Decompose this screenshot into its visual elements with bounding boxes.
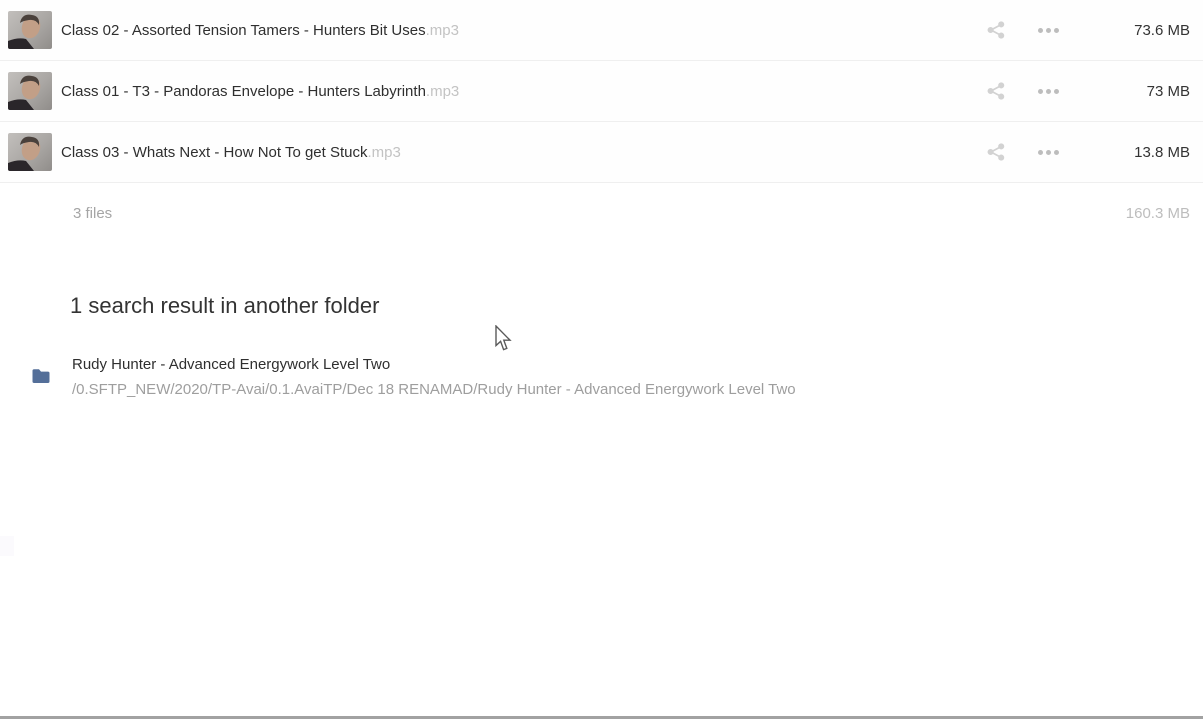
file-size: 73.6 MB <box>1134 21 1190 39</box>
person-photo-icon <box>8 136 41 171</box>
file-row[interactable]: Class 01 - T3 - Pandoras Envelope - Hunt… <box>0 61 1203 122</box>
file-thumbnail <box>8 72 52 110</box>
search-results-heading: 1 search result in another folder <box>70 293 380 318</box>
result-folder-path: /0.SFTP_NEW/2020/TP-Avai/0.1.AvaiTP/Dec … <box>72 381 796 398</box>
file-name[interactable]: Class 02 - Assorted Tension Tamers - Hun… <box>61 22 984 39</box>
more-options-icon[interactable] <box>1036 18 1060 42</box>
total-size: 160.3 MB <box>1125 205 1190 222</box>
file-extension: .mp3 <box>425 21 459 39</box>
file-thumbnail <box>8 133 52 171</box>
file-basename: Class 02 - Assorted Tension Tamers - Hun… <box>61 21 426 39</box>
search-result-text: Rudy Hunter - Advanced Energywork Level … <box>72 352 796 402</box>
file-size: 13.8 MB <box>1134 143 1190 161</box>
file-thumbnail <box>8 11 52 49</box>
file-name[interactable]: Class 01 - T3 - Pandoras Envelope - Hunt… <box>61 83 984 100</box>
file-extension: .mp3 <box>425 82 460 100</box>
file-size: 73 MB <box>1146 82 1190 100</box>
file-name[interactable]: Class 03 - Whats Next - How Not To get S… <box>61 144 984 161</box>
file-extension: .mp3 <box>367 143 401 161</box>
scrollbar-artifact <box>0 536 14 556</box>
file-basename: Class 03 - Whats Next - How Not To get S… <box>61 143 368 161</box>
file-list: Class 02 - Assorted Tension Tamers - Hun… <box>0 0 1203 183</box>
list-summary: 3 files 160.3 MB <box>0 183 1203 244</box>
more-options-icon[interactable] <box>1036 140 1060 164</box>
more-options-icon[interactable] <box>1036 79 1060 103</box>
file-row[interactable]: Class 03 - Whats Next - How Not To get S… <box>0 122 1203 183</box>
search-result-folder[interactable]: Rudy Hunter - Advanced Energywork Level … <box>32 352 1203 402</box>
share-icon[interactable] <box>984 18 1008 42</box>
result-folder-name[interactable]: Rudy Hunter - Advanced Energywork Level … <box>72 352 796 377</box>
share-icon[interactable] <box>984 140 1008 164</box>
file-row[interactable]: Class 02 - Assorted Tension Tamers - Hun… <box>0 0 1203 61</box>
file-basename: Class 01 - T3 - Pandoras Envelope - Hunt… <box>61 82 426 100</box>
file-count: 3 files <box>73 205 113 222</box>
share-icon[interactable] <box>984 79 1008 103</box>
person-photo-icon <box>8 75 41 110</box>
window-bottom-edge <box>0 716 1203 719</box>
person-photo-icon <box>8 14 41 49</box>
folder-icon <box>32 368 50 389</box>
